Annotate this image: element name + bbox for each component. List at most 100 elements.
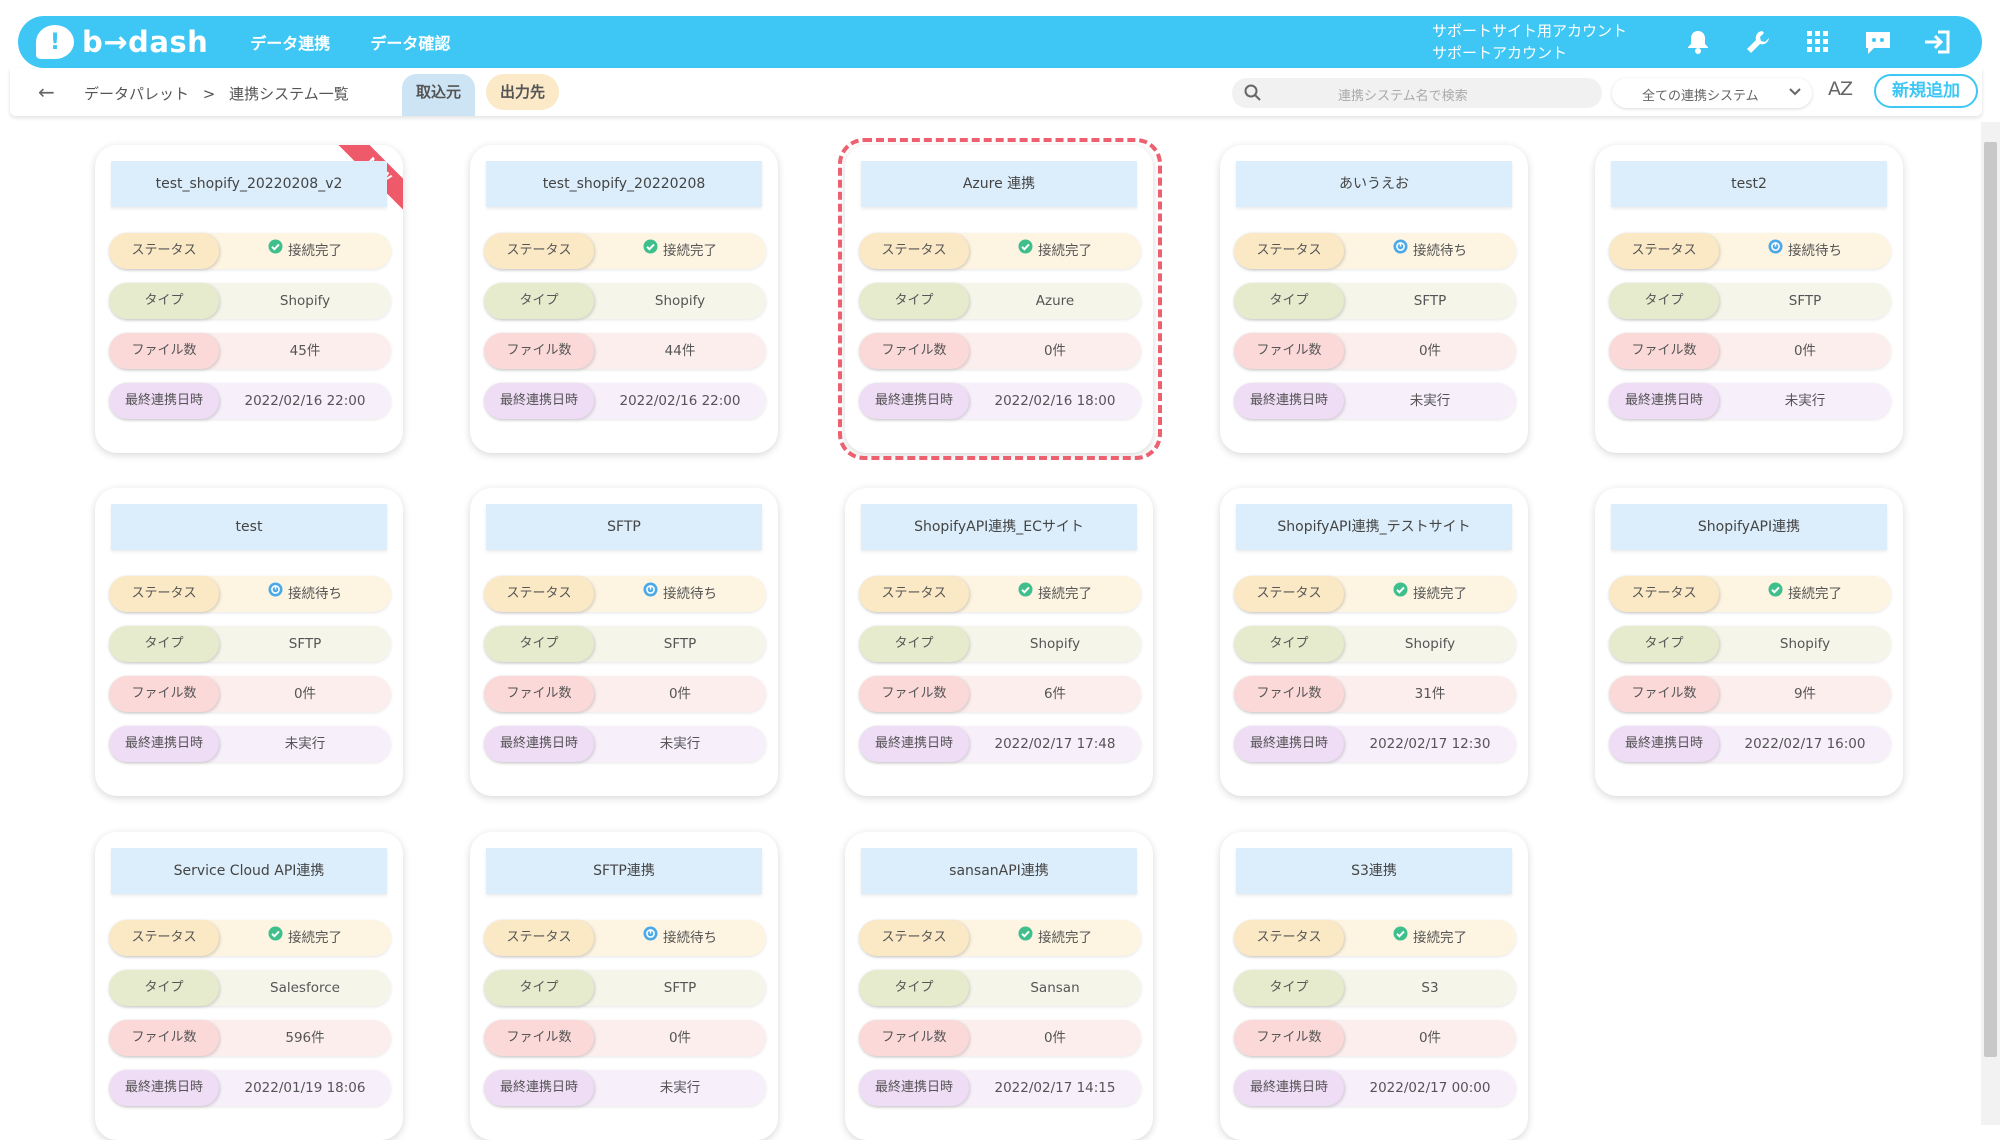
grid-icon[interactable]: [1800, 25, 1836, 59]
status-value: 接続完了: [1719, 576, 1891, 612]
type-label: タイプ: [484, 283, 594, 319]
last-sync-value: 未実行: [1784, 393, 1826, 409]
system-card[interactable]: あいうえお ステータス 接続待ち タイプ SFTP ファイル数 0件 最終連携日時 未実行: [1220, 145, 1528, 453]
system-card[interactable]: ShopifyAPI連携 ステータス 接続完了 タイプ Shopify ファイル数 9件 最終…: [1595, 488, 1903, 796]
status-text: 接続完了: [1038, 930, 1092, 946]
files-value: 596件: [285, 1030, 325, 1046]
bdash-logo[interactable]: ! b→dash: [36, 25, 208, 59]
sort-az-icon[interactable]: AZ: [1828, 78, 1853, 100]
files-value: 44件: [664, 343, 696, 359]
status-text: 接続完了: [1788, 586, 1842, 602]
card-title[interactable]: SFTP: [486, 504, 762, 550]
type-value: SFTP: [1788, 293, 1822, 309]
last-sync-value: 未実行: [1409, 393, 1451, 409]
check-circle-icon: [268, 919, 283, 955]
type-row: タイプ SFTP: [484, 626, 766, 662]
system-card[interactable]: test_shopify_20220208 ステータス 接続完了 タイプ Shopify…: [470, 145, 778, 453]
breadcrumb-data-palette[interactable]: データパレット: [84, 85, 189, 103]
card-title[interactable]: test_shopify_20220208_v2: [111, 161, 387, 207]
card-title[interactable]: S3連携: [1236, 848, 1512, 894]
type-value: SFTP: [663, 980, 697, 996]
scrollbar-thumb[interactable]: [1984, 142, 1997, 1057]
files-value: 0件: [1418, 343, 1442, 359]
type-value: Shopify: [279, 293, 331, 309]
type-value: S3: [1421, 980, 1439, 996]
card-title[interactable]: test_shopify_20220208: [486, 161, 762, 207]
card-title[interactable]: test2: [1611, 161, 1887, 207]
nav-data-integration[interactable]: データ連携: [250, 30, 330, 54]
type-row: タイプ Shopify: [1609, 626, 1891, 662]
card-title[interactable]: SFTP連携: [486, 848, 762, 894]
last-sync-value: 2022/01/19 18:06: [244, 1080, 366, 1096]
tab-import-source[interactable]: 取込元: [402, 74, 476, 116]
card-title[interactable]: あいうえお: [1236, 161, 1512, 207]
type-row: タイプ SFTP: [1609, 283, 1891, 319]
sub-header: ← データパレット > 連携システム一覧 取込元 出力先 連携システム名で検索 …: [10, 68, 1982, 116]
bell-icon[interactable]: [1680, 25, 1716, 59]
status-value: 接続完了: [969, 920, 1141, 956]
account-name: サポートアカウント: [1432, 44, 1568, 62]
system-card[interactable]: SFTP連携 ステータス 接続待ち タイプ SFTP ファイル数 0件 最終連携日時 未実行: [470, 832, 778, 1140]
type-row: タイプ SFTP: [1234, 283, 1516, 319]
status-value: 接続完了: [594, 233, 766, 269]
status-text: 接続完了: [663, 243, 717, 259]
last-sync-row: 最終連携日時 2022/02/17 17:48: [859, 726, 1141, 762]
system-card[interactable]: ShopifyAPI連携_ECサイト ステータス 接続完了 タイプ Shopify ファイ…: [845, 488, 1153, 796]
card-title[interactable]: Service Cloud API連携: [111, 848, 387, 894]
files-row: ファイル数 596件: [109, 1020, 391, 1056]
system-card[interactable]: NEWtest_shopify_20220208_v2ステータス接続完了タイプS…: [95, 145, 403, 453]
type-row: タイプ Shopify: [1234, 626, 1516, 662]
files-label: ファイル数: [1609, 676, 1719, 712]
nav-data-check[interactable]: データ確認: [370, 30, 450, 54]
status-text: 接続待ち: [1788, 243, 1842, 259]
system-filter-select[interactable]: 全ての連携システム: [1612, 78, 1812, 108]
last-sync-value: 2022/02/17 14:15: [994, 1080, 1116, 1096]
files-row: ファイル数 0件: [484, 676, 766, 712]
files-label: ファイル数: [484, 1020, 594, 1056]
last-sync-row: 最終連携日時 2022/02/17 00:00: [1234, 1070, 1516, 1106]
wrench-icon[interactable]: [1740, 25, 1776, 59]
system-card[interactable]: sansanAPI連携 ステータス 接続完了 タイプ Sansan ファイル数 0件 最終連携…: [845, 832, 1153, 1140]
system-card[interactable]: ShopifyAPI連携_テストサイト ステータス 接続完了 タイプ Shopify ファ…: [1220, 488, 1528, 796]
files-label: ファイル数: [859, 676, 969, 712]
system-card[interactable]: test ステータス 接続待ち タイプ SFTP ファイル数 0件 最終連携日時 未実行: [95, 488, 403, 796]
type-row: タイプ Salesforce: [109, 970, 391, 1006]
system-card[interactable]: S3連携 ステータス 接続完了 タイプ S3 ファイル数 0件 最終連携日時 2022/02/1…: [1220, 832, 1528, 1140]
status-label: ステータス: [1609, 576, 1719, 612]
status-row: ステータス 接続待ち: [484, 576, 766, 612]
add-new-button[interactable]: 新規追加: [1874, 74, 1978, 108]
chat-icon[interactable]: [1860, 25, 1896, 59]
logout-icon[interactable]: [1920, 25, 1956, 59]
arrow-left-icon[interactable]: ←: [38, 80, 55, 104]
last-sync-label: 最終連携日時: [484, 1070, 594, 1106]
breadcrumb-separator: >: [202, 85, 216, 103]
search-icon: [1244, 84, 1262, 106]
search-input[interactable]: 連携システム名で検索: [1232, 78, 1602, 108]
clock-icon: [643, 575, 658, 611]
files-row: ファイル数 45件: [109, 333, 391, 369]
files-label: ファイル数: [109, 1020, 219, 1056]
tab-output-destination[interactable]: 出力先: [486, 74, 560, 110]
last-sync-value: 2022/02/17 12:30: [1369, 736, 1491, 752]
card-title[interactable]: ShopifyAPI連携: [1611, 504, 1887, 550]
card-title[interactable]: ShopifyAPI連携_ECサイト: [861, 504, 1137, 550]
system-card[interactable]: test2 ステータス 接続待ち タイプ SFTP ファイル数 0件 最終連携日時 未実行: [1595, 145, 1903, 453]
type-label: タイプ: [1609, 626, 1719, 662]
highlight-frame: [838, 138, 1162, 460]
last-sync-label: 最終連携日時: [1234, 1070, 1344, 1106]
card-title[interactable]: sansanAPI連携: [861, 848, 1137, 894]
card-title[interactable]: ShopifyAPI連携_テストサイト: [1236, 504, 1512, 550]
status-text: 接続完了: [1413, 930, 1467, 946]
last-sync-row: 最終連携日時 未実行: [484, 726, 766, 762]
system-card[interactable]: Service Cloud API連携 ステータス 接続完了 タイプ Salesforc…: [95, 832, 403, 1140]
status-label: ステータス: [859, 920, 969, 956]
check-circle-icon: [1018, 919, 1033, 955]
status-row: ステータス 接続完了: [1234, 920, 1516, 956]
last-sync-value: 2022/02/17 16:00: [1744, 736, 1866, 752]
clock-icon: [268, 575, 283, 611]
check-circle-icon: [1768, 575, 1783, 611]
status-label: ステータス: [484, 233, 594, 269]
system-card[interactable]: SFTP ステータス 接続待ち タイプ SFTP ファイル数 0件 最終連携日時 未実行: [470, 488, 778, 796]
account-info[interactable]: サポートサイト用アカウント サポートアカウント: [1432, 20, 1627, 64]
card-title[interactable]: test: [111, 504, 387, 550]
